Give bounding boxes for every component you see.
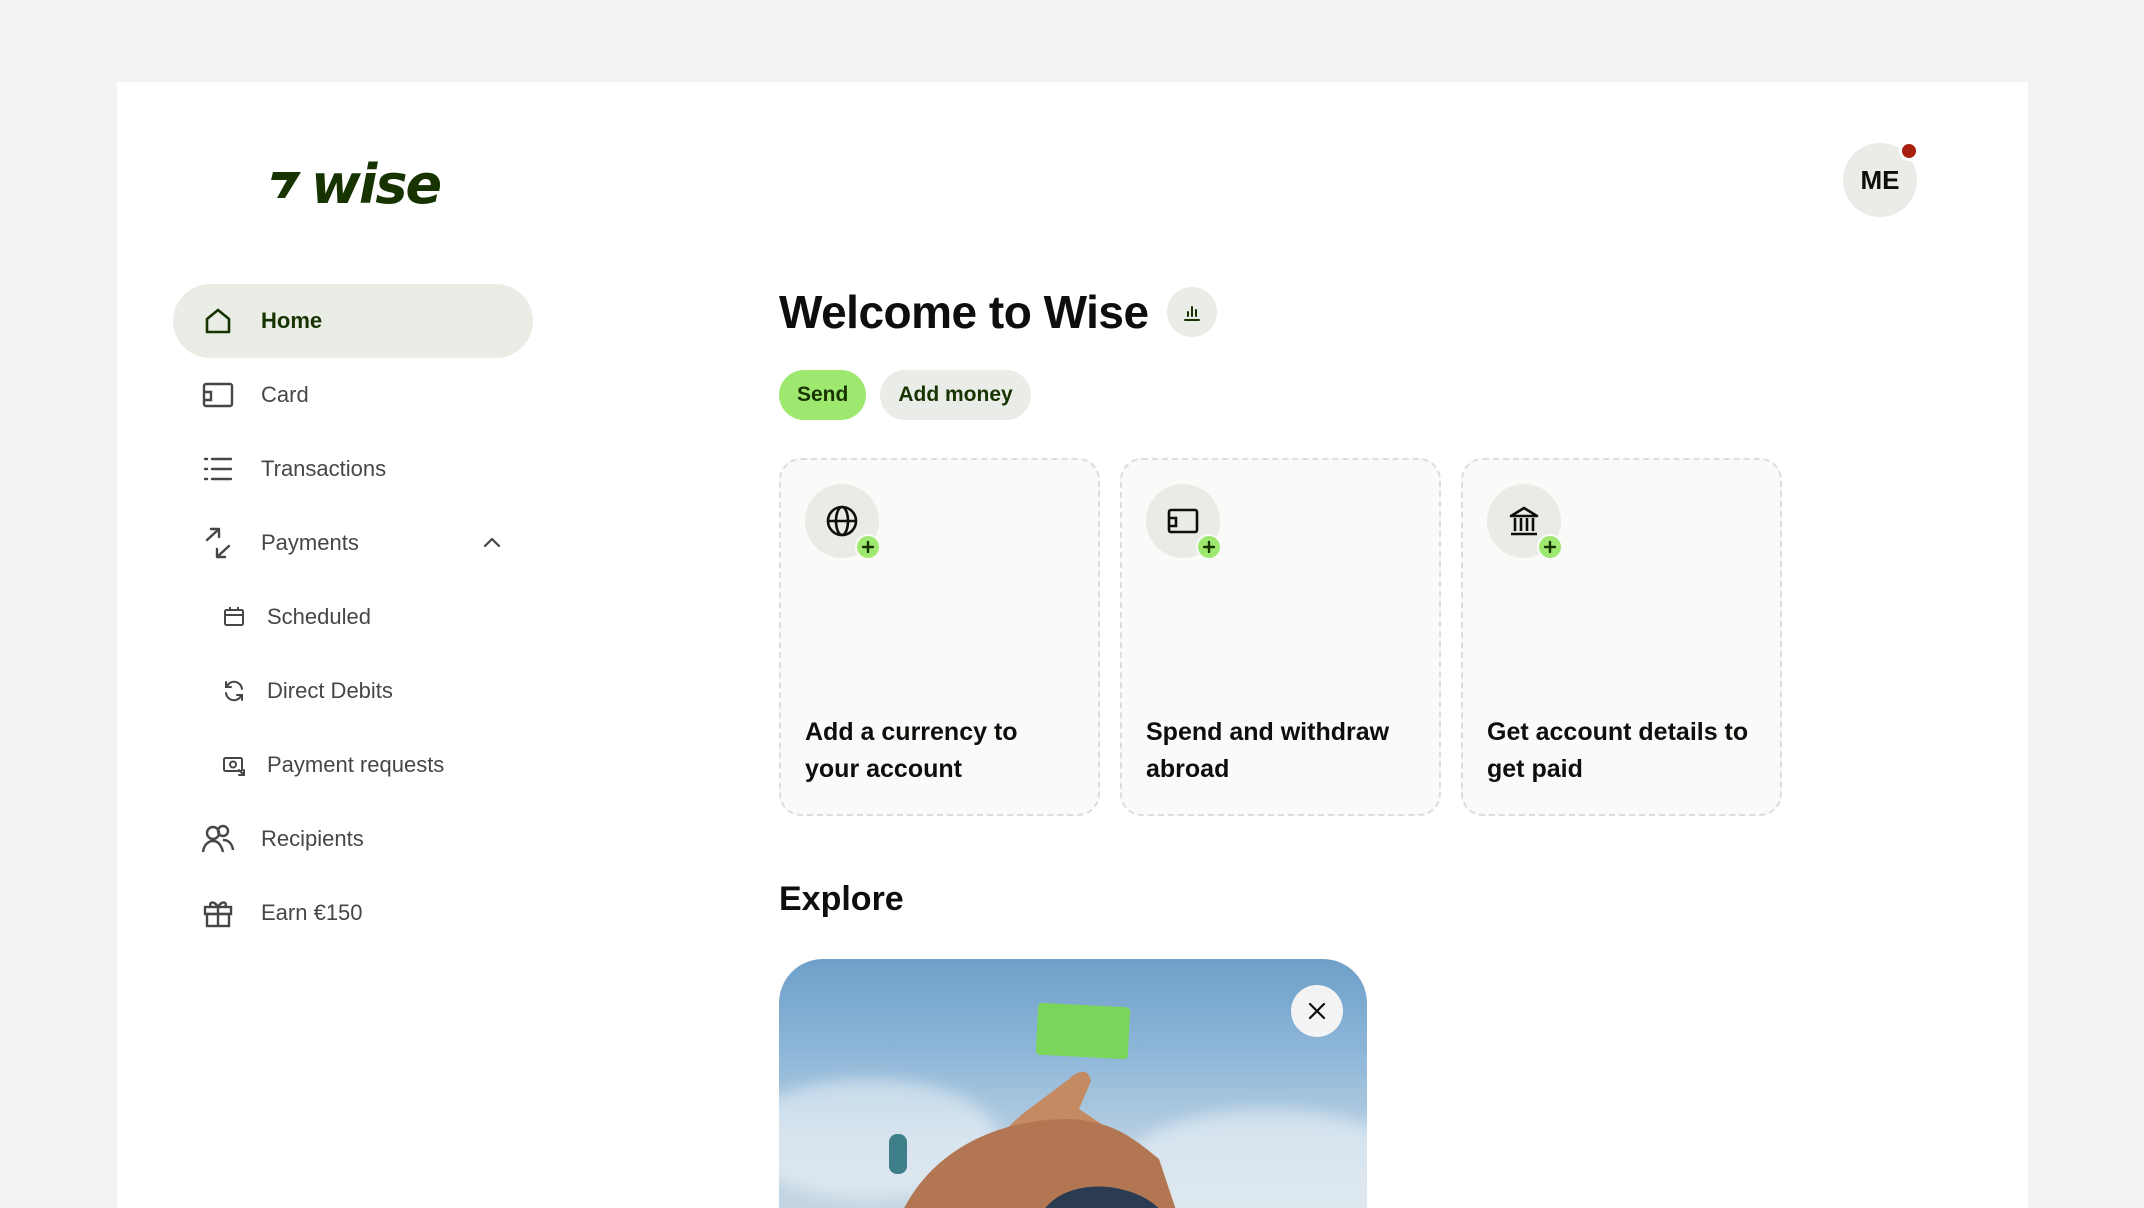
calendar-icon — [221, 604, 247, 630]
page-title: Welcome to Wise — [779, 286, 1149, 338]
gift-icon — [201, 896, 235, 930]
sidebar-item-label: Payments — [261, 530, 359, 555]
send-button[interactable]: Send — [779, 370, 867, 420]
sidebar-item-card[interactable]: Card — [173, 358, 533, 432]
promo-image — [889, 1002, 1176, 1208]
sidebar-item-label: Earn €150 — [261, 900, 363, 925]
sidebar-item-label: Card — [261, 382, 309, 407]
card-icon — [201, 378, 235, 412]
people-icon — [201, 822, 235, 856]
add-money-button[interactable]: Add money — [880, 370, 1031, 420]
payments-arrows-icon — [201, 526, 235, 560]
notification-dot — [1899, 141, 1919, 161]
sidebar-item-direct-debits[interactable]: Direct Debits — [173, 654, 533, 728]
app-frame: wise ME Home Card Transactions Payments … — [117, 82, 2028, 1208]
card-account-details[interactable]: Get account details to get paid — [1461, 458, 1782, 816]
card-text: Spend and withdraw abroad — [1146, 718, 1390, 783]
plus-icon — [855, 534, 881, 560]
sidebar-item-payments[interactable]: Payments — [173, 506, 533, 580]
globe-icon — [805, 484, 881, 560]
action-buttons: Send Add money — [779, 370, 1879, 420]
task-cards: Add a currency to your account Spend and… — [779, 458, 1879, 816]
sidebar-item-label: Direct Debits — [267, 678, 393, 703]
explore-title: Explore — [779, 880, 904, 918]
plus-icon — [1537, 534, 1563, 560]
home-icon — [201, 304, 235, 338]
payment-request-icon — [221, 752, 247, 778]
sidebar: Home Card Transactions Payments Schedule… — [173, 284, 533, 950]
wise-logo[interactable]: wise — [269, 152, 442, 216]
bar-chart-icon — [1183, 306, 1200, 321]
sidebar-item-scheduled[interactable]: Scheduled — [173, 580, 533, 654]
avatar-initials: ME — [1860, 164, 1900, 195]
logo-text: wise — [311, 152, 442, 216]
card-text: Get account details to get paid — [1487, 718, 1749, 783]
sidebar-item-home[interactable]: Home — [173, 284, 533, 358]
close-icon — [1308, 1002, 1326, 1020]
explore-promo-card[interactable] — [779, 959, 1367, 1208]
chevron-up-icon[interactable] — [481, 532, 503, 554]
wise-flag-icon — [271, 172, 301, 198]
card-text: Add a currency to your account — [805, 718, 1018, 783]
profile-avatar[interactable]: ME — [1843, 141, 1919, 217]
insights-button[interactable] — [1166, 287, 1217, 337]
sidebar-item-earn[interactable]: Earn €150 — [173, 876, 533, 950]
main-content: Welcome to Wise Send Add money Add a cur… — [779, 282, 1879, 1208]
bank-icon — [1487, 484, 1563, 560]
close-promo-button[interactable] — [1291, 985, 1343, 1037]
refresh-icon — [221, 678, 247, 704]
list-icon — [201, 452, 235, 486]
plus-icon — [1196, 534, 1222, 560]
sidebar-item-label: Transactions — [261, 456, 387, 481]
card-spend-abroad[interactable]: Spend and withdraw abroad — [1120, 458, 1441, 816]
sidebar-item-payment-requests[interactable]: Payment requests — [173, 728, 533, 802]
sidebar-item-transactions[interactable]: Transactions — [173, 432, 533, 506]
card-add-currency[interactable]: Add a currency to your account — [779, 458, 1100, 816]
sidebar-item-label: Scheduled — [267, 604, 371, 629]
sidebar-item-label: Home — [261, 308, 323, 333]
sidebar-item-recipients[interactable]: Recipients — [173, 802, 533, 876]
sidebar-item-label: Payment requests — [267, 752, 445, 777]
sidebar-item-label: Recipients — [261, 826, 364, 851]
title-row: Welcome to Wise — [779, 282, 1879, 342]
card-icon — [1146, 484, 1222, 560]
